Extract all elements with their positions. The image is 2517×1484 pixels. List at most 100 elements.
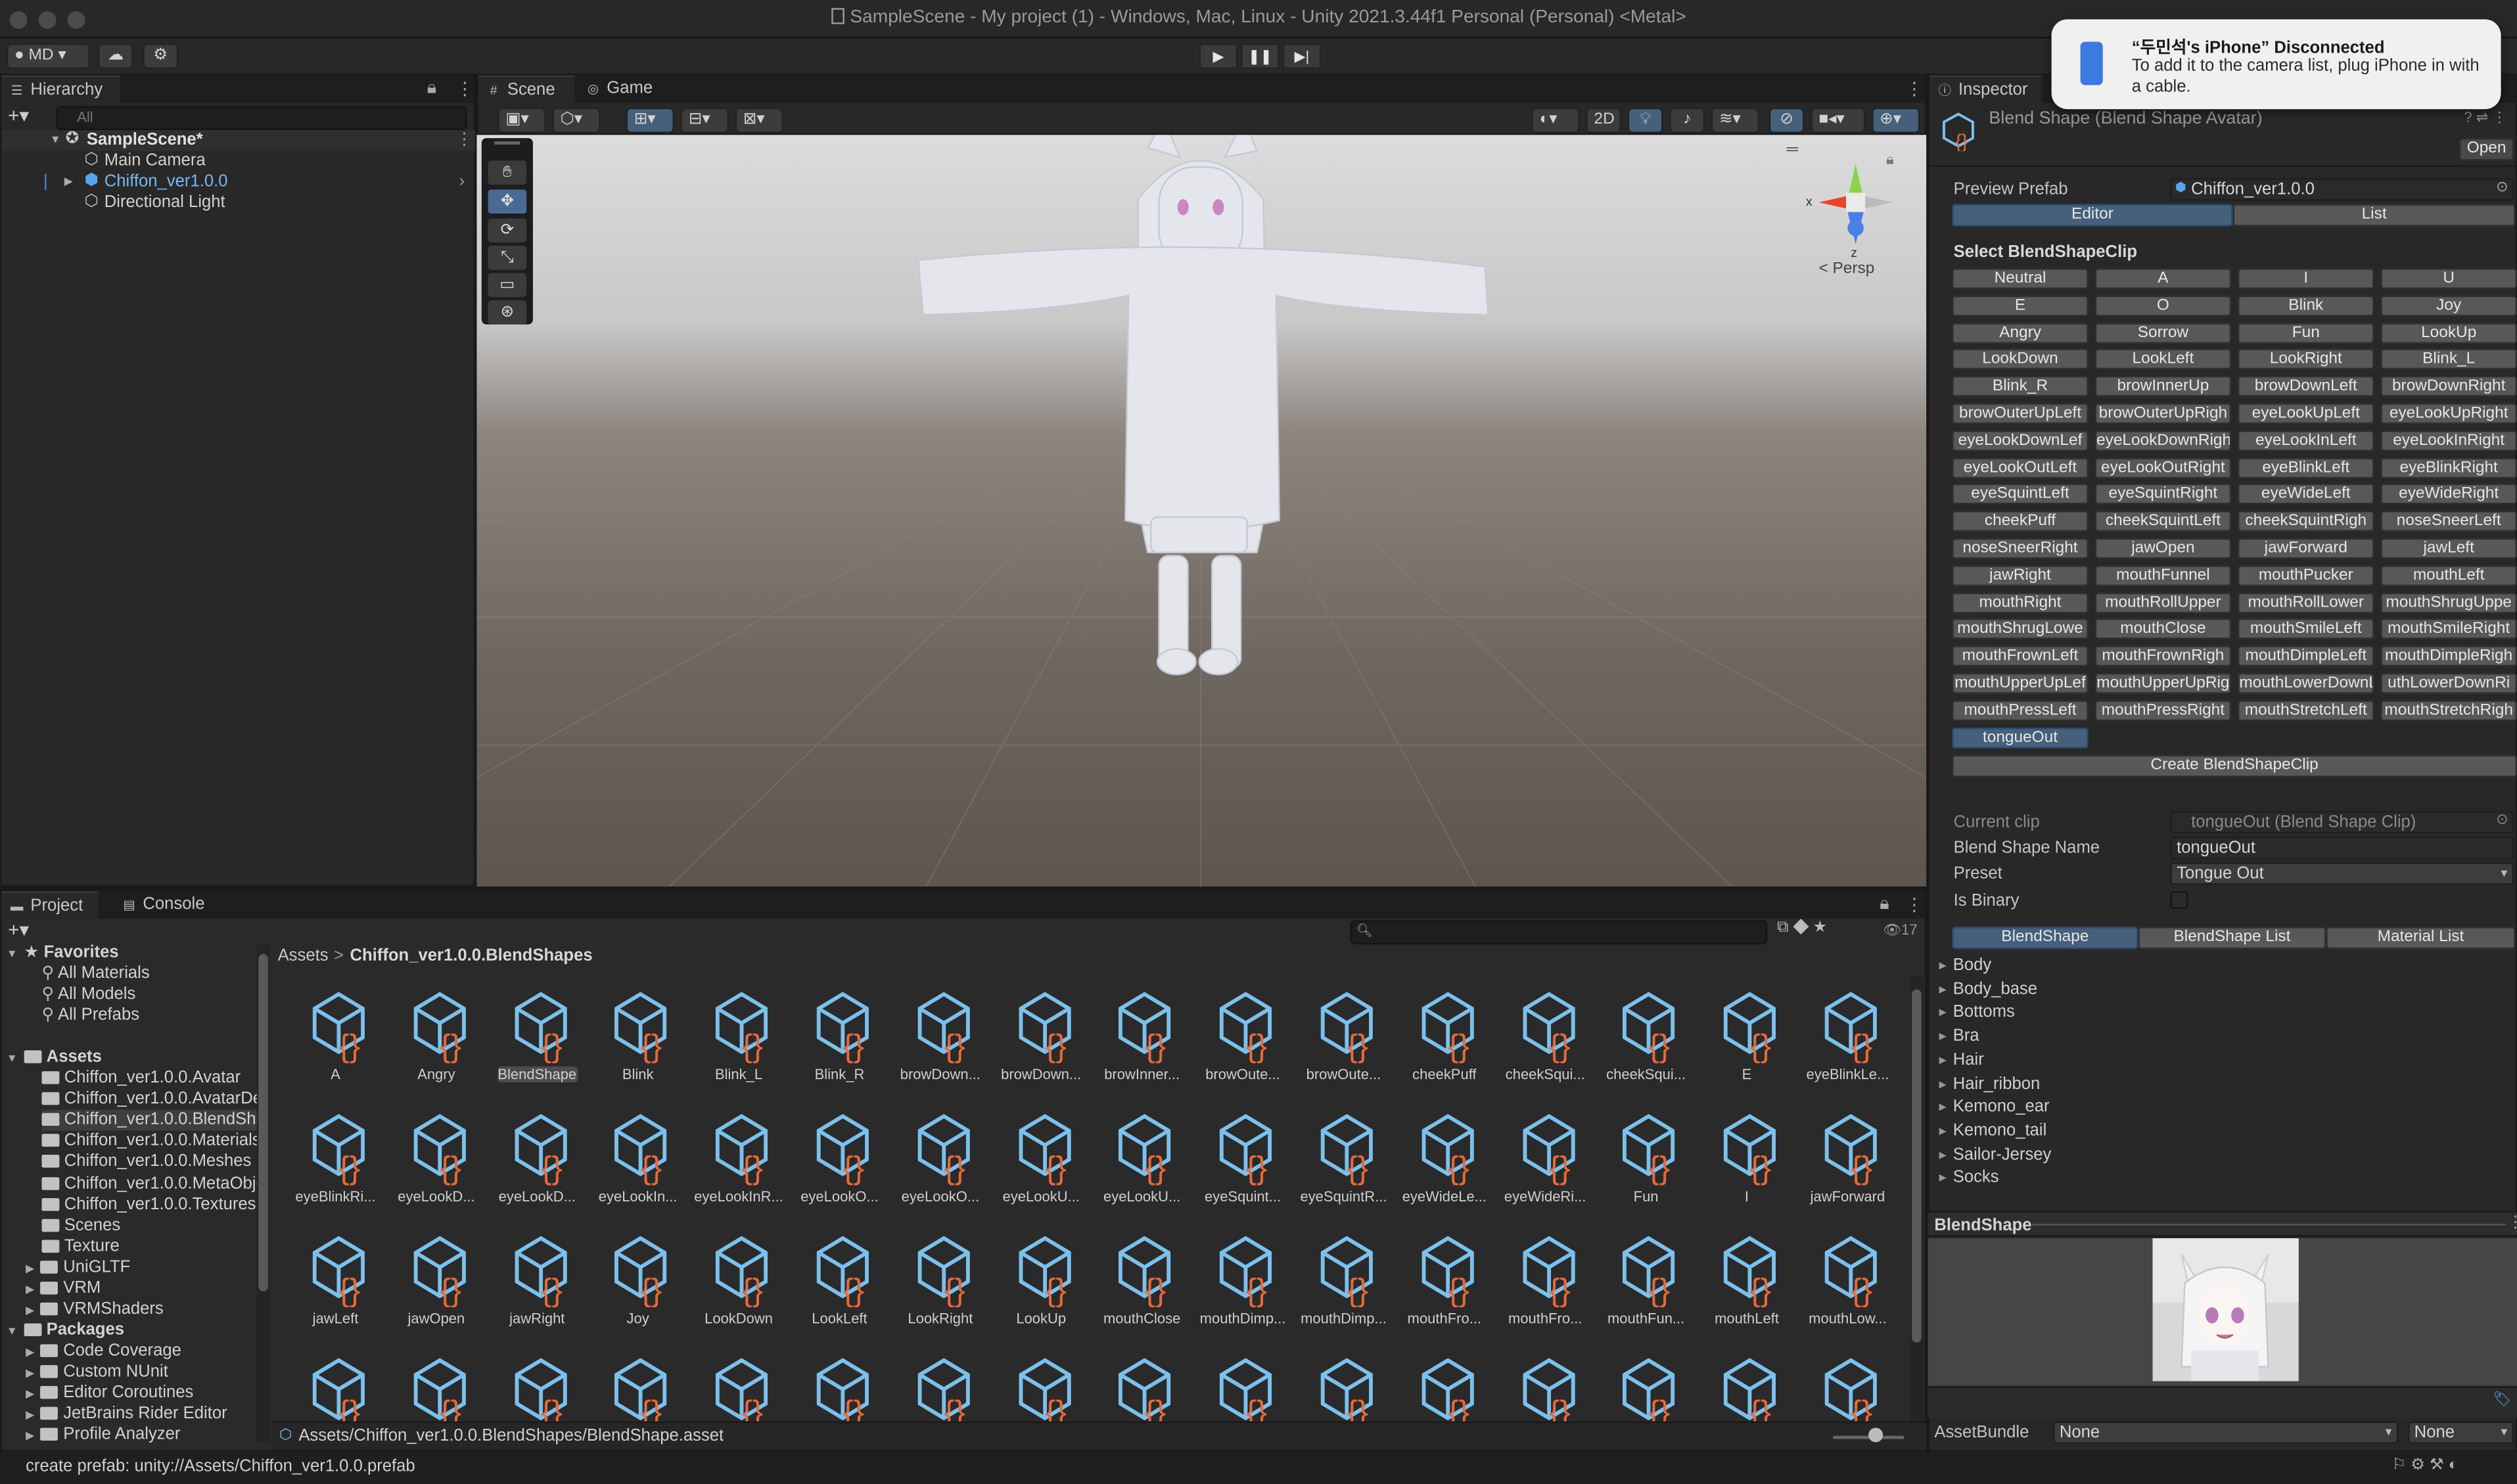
expand-arrow-icon[interactable]: ▶ [26,1389,34,1401]
breadcrumb-current-folder[interactable]: Chiffon_ver1.0.0.BlendShapes [350,946,592,965]
blendshape-clip-button[interactable]: cheekSquintLeft [2094,511,2232,532]
blendshape-clip-button[interactable]: eyeSquintLeft [1952,484,2089,505]
asset-folder[interactable]: Chiffon_ver1.0.0.AvatarDe [41,1089,263,1110]
mesh-foldout[interactable]: Body [1939,956,1991,975]
grid-scrollbar-thumb[interactable] [1912,989,1922,1343]
mesh-foldout[interactable]: Kemono_tail [1939,1121,2047,1140]
blendshape-clip-button[interactable]: E [1952,295,2089,316]
blendshape-asset[interactable]: {} browOute... [1195,986,1291,1105]
asset-folder[interactable]: Texture [41,1236,120,1257]
create-plus-icon[interactable]: +▾ [8,919,29,941]
lighting-toggle-icon[interactable]: 💡︎ [1627,107,1663,133]
blendshape-clip-button[interactable]: Sorrow [2094,322,2232,343]
mesh-foldout[interactable]: Hair_ribbon [1939,1074,2041,1093]
mesh-foldout[interactable]: Bra [1939,1027,1979,1046]
blendshape-clip-button[interactable]: browOuterUpLeft [1952,403,2089,425]
overlay-drag-handle[interactable] [494,141,520,145]
package-folder[interactable]: ▶ Custom NUnit [26,1362,168,1383]
blendshape-clip-button[interactable]: cheekPuff [1952,511,2089,532]
package-folder[interactable]: ▶ Editor Coroutines [26,1383,193,1404]
blendshape-asset[interactable]: {} Angry [388,986,485,1105]
blendshape-clip-button[interactable]: Fun [2237,322,2374,343]
blendshape-asset[interactable]: {} jawLeft [287,1230,384,1349]
tab-game[interactable]: ◎ Game [578,76,664,103]
blendshape-clip-button[interactable]: eyeWideLeft [2237,484,2374,505]
blendshape-clip-button[interactable]: mouthDimpleRigh [2380,645,2517,667]
assetbundle-variant-dropdown[interactable]: None ▾ [2407,1421,2514,1444]
blendshape-asset[interactable]: {} mouthFro... [1397,1230,1493,1349]
increment-snap-icon[interactable]: ⊠▾ [735,107,783,133]
favorites-item[interactable]: ⚲ All Prefabs [42,1006,140,1027]
expand-arrow-icon[interactable]: ▼ [7,1326,18,1337]
blendshape-clip-button[interactable]: O [2094,295,2232,316]
expand-arrow-icon[interactable]: ▶ [26,1431,34,1443]
camera-settings-icon[interactable]: ■◂▾ [1811,107,1866,133]
grid-visibility-icon[interactable]: ⊟▾ [680,107,729,133]
tab-inspector[interactable]: ⓘ Inspector [1929,75,2042,103]
search-filter-icons[interactable]: ⧉ ◆ ★ [1777,919,1826,937]
tree-scrollbar[interactable] [256,944,270,1443]
blendshape-clip-button[interactable]: mouthShrugUppe [2380,591,2517,613]
blendshape-clip-button[interactable]: Blink [2237,295,2374,316]
blendshape-clip-button[interactable]: mouthLeft [2380,565,2517,586]
blendshape-asset[interactable]: {} eyeLookD... [388,1108,485,1227]
blendshape-clip-button[interactable]: eyeLookInLeft [2237,430,2374,452]
blendshape-clip-button[interactable]: Blink_R [1952,376,2089,398]
blendshape-asset[interactable]: {} Blink [589,986,686,1105]
blendshape-asset[interactable]: {} eyeLookU... [993,1108,1090,1227]
expand-arrow-icon[interactable]: ▶ [26,1347,34,1358]
render-effects-icon[interactable]: ◐▾ [1531,107,1580,133]
audio-toggle-icon[interactable]: ♪ [1669,107,1705,133]
blendshape-clip-button[interactable]: Neutral [1952,268,2089,289]
editor-tab[interactable]: Editor [1952,204,2233,227]
blendshape-clip-button[interactable]: Angry [1952,322,2089,343]
blendshape-asset[interactable]: {} eyeSquint... [1195,1108,1291,1227]
list-tab[interactable]: List [2232,204,2516,227]
blendshape-clip-button[interactable]: mouthRight [1952,591,2089,613]
asset-folder[interactable]: Chiffon_ver1.0.0.MetaObje [41,1173,266,1194]
blendshape-asset[interactable]: {} eyeLookU... [1094,1108,1190,1227]
asset-label-tag-icon[interactable]: 🏷︎ [2493,1391,2511,1408]
blendshape-clip-button[interactable]: eyeLookOutLeft [1952,457,2089,478]
blendshape-clip-button[interactable]: eyeLookDownLef [1952,430,2089,452]
mesh-foldout[interactable]: Sailor-Jersey [1939,1144,2052,1163]
object-picker-icon[interactable]: ⊙ [2496,178,2508,196]
blendshape-asset[interactable]: {} eyeSquintR... [1295,1108,1392,1227]
blendshape-asset[interactable]: {} browDown... [993,986,1090,1105]
blendshape-asset[interactable]: {} cheekSqui... [1598,986,1694,1105]
tab-project[interactable]: ▬ Project [1,891,98,919]
blendshape-asset[interactable]: {} eyeWideRi... [1497,1108,1594,1227]
asset-folder[interactable]: Chiffon_ver1.0.0.Materials [41,1131,261,1152]
blendshape-clip-button[interactable]: eyeLookInRight [2380,430,2517,452]
object-picker-icon[interactable]: ⊙ [2496,811,2508,829]
expand-arrow-icon[interactable]: ▶ [26,1285,34,1296]
tab-console[interactable]: ▤ Console [114,891,213,919]
blendshape-clip-button[interactable]: jawOpen [2094,538,2232,559]
blendshape-asset[interactable]: {} jawForward [1799,1108,1896,1227]
blendshape-clip-button[interactable]: mouthDimpleLeft [2237,645,2374,667]
toggle-2d-button[interactable]: 2D [1586,107,1622,133]
blendshape-clip-button[interactable]: mouthFrownRigh [2094,645,2232,667]
open-prefab-chevron-icon[interactable]: › [459,172,465,193]
blendshape-asset[interactable]: {} eyeWideLe... [1397,1108,1493,1227]
asset-folder[interactable]: Scenes [41,1215,120,1236]
blendshape-asset[interactable]: {} mouthDimp... [1195,1230,1291,1349]
blendshape-clip-button[interactable]: jawForward [2237,538,2374,559]
pause-button[interactable]: ❚❚ [1241,43,1280,70]
package-folder[interactable]: ▶ JetBrains Rider Editor [26,1404,227,1426]
orientation-gizmo-icon[interactable]: x z [1799,157,1912,273]
project-menu-icon[interactable]: ⋮ [1905,894,1923,916]
hidden-objects-icon[interactable]: ⊘ [1768,107,1805,133]
blendshape-clip-button[interactable]: Blink_L [2380,349,2517,371]
gizmo-menu-icon[interactable]: ═ [1787,141,1798,159]
blendshape-asset[interactable]: {} BlendShape [489,986,586,1105]
preset-dropdown[interactable]: Tongue Out ▾ [2170,862,2514,885]
icon-size-slider-thumb[interactable] [1868,1427,1883,1443]
blendshape-clip-button[interactable]: cheekSquintRigh [2237,511,2374,532]
mesh-foldout[interactable]: Body_base [1939,979,2037,998]
cloud-icon[interactable]: ☁ [97,43,133,70]
blendshape-clip-button[interactable]: noseSneerRight [1952,538,2089,559]
scene-menu-icon[interactable]: ⋮ [456,130,473,151]
asset-folder[interactable]: ▶ VRM [26,1278,101,1299]
hidden-packages-count[interactable]: 👁︎17 [1883,922,1917,940]
